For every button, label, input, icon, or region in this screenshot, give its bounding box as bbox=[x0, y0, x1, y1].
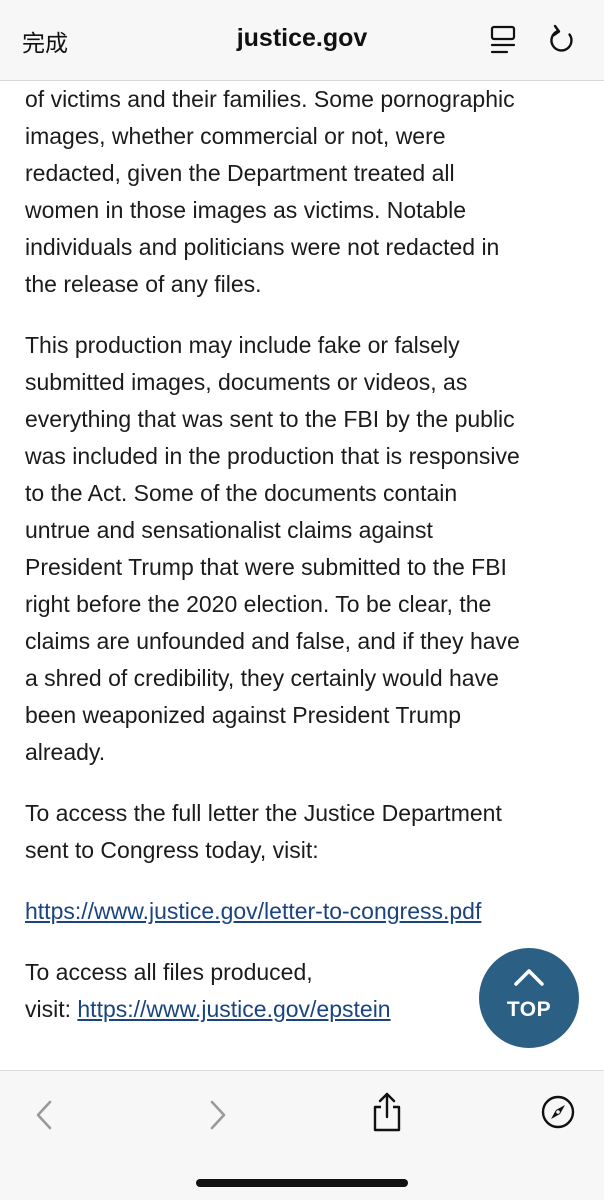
article-body: of victims and their families. Some porn… bbox=[25, 81, 590, 1052]
text-line: To access all files produced, bbox=[25, 959, 313, 985]
text-line: redacted, given the Department treated a… bbox=[25, 160, 455, 186]
text-line: submitted images, documents or videos, a… bbox=[25, 369, 468, 395]
text-line: everything that was sent to the FBI by t… bbox=[25, 406, 515, 432]
text-line: already. bbox=[25, 739, 106, 765]
text-line: was included in the production that is r… bbox=[25, 443, 520, 469]
compass-icon[interactable] bbox=[540, 1094, 576, 1135]
paragraph-letter: To access the full letter the Justice De… bbox=[25, 795, 590, 869]
text-line: sent to Congress today, visit: bbox=[25, 837, 319, 863]
text-line: the release of any files. bbox=[25, 271, 262, 297]
text-line: images, whether commercial or not, were bbox=[25, 123, 446, 149]
reload-icon[interactable] bbox=[547, 22, 579, 58]
reader-mode-icon[interactable] bbox=[487, 22, 519, 58]
paragraph-letter-link: https://www.justice.gov/letter-to-congre… bbox=[25, 893, 590, 930]
text-line: right before the 2020 election. To be cl… bbox=[25, 591, 492, 617]
chevron-up-icon bbox=[514, 969, 544, 986]
browser-top-bar: 完成 justice.gov bbox=[0, 0, 604, 81]
text-line: To access the full letter the Justice De… bbox=[25, 800, 502, 826]
back-icon[interactable] bbox=[30, 1098, 58, 1137]
back-to-top-button[interactable]: TOP bbox=[479, 948, 579, 1048]
text-line: This production may include fake or fals… bbox=[25, 332, 460, 358]
epstein-files-link[interactable]: https://www.justice.gov/epstein bbox=[77, 996, 390, 1022]
text-line: untrue and sensationalist claims against bbox=[25, 517, 433, 543]
paragraph-production: This production may include fake or fals… bbox=[25, 327, 590, 771]
letter-to-congress-link[interactable]: https://www.justice.gov/letter-to-congre… bbox=[25, 898, 481, 924]
top-label: TOP bbox=[506, 998, 552, 1021]
visit-prefix: visit: bbox=[25, 996, 78, 1022]
text-line: been weaponized against President Trump bbox=[25, 702, 462, 728]
text-line: claims are unfounded and false, and if t… bbox=[25, 628, 520, 654]
text-line: President Trump that were submitted to t… bbox=[25, 554, 507, 580]
text-line: to the Act. Some of the documents contai… bbox=[25, 480, 458, 506]
text-line: individuals and politicians were not red… bbox=[25, 234, 500, 260]
text-line: women in those images as victims. Notabl… bbox=[25, 197, 467, 223]
home-indicator[interactable] bbox=[196, 1179, 408, 1187]
text-line: a shred of credibility, they certainly w… bbox=[25, 665, 499, 691]
paragraph-victims: of victims and their families. Some porn… bbox=[25, 81, 590, 303]
text-line: of victims and their families. Some porn… bbox=[25, 86, 515, 112]
share-icon[interactable] bbox=[370, 1091, 404, 1138]
forward-icon[interactable] bbox=[204, 1098, 232, 1137]
